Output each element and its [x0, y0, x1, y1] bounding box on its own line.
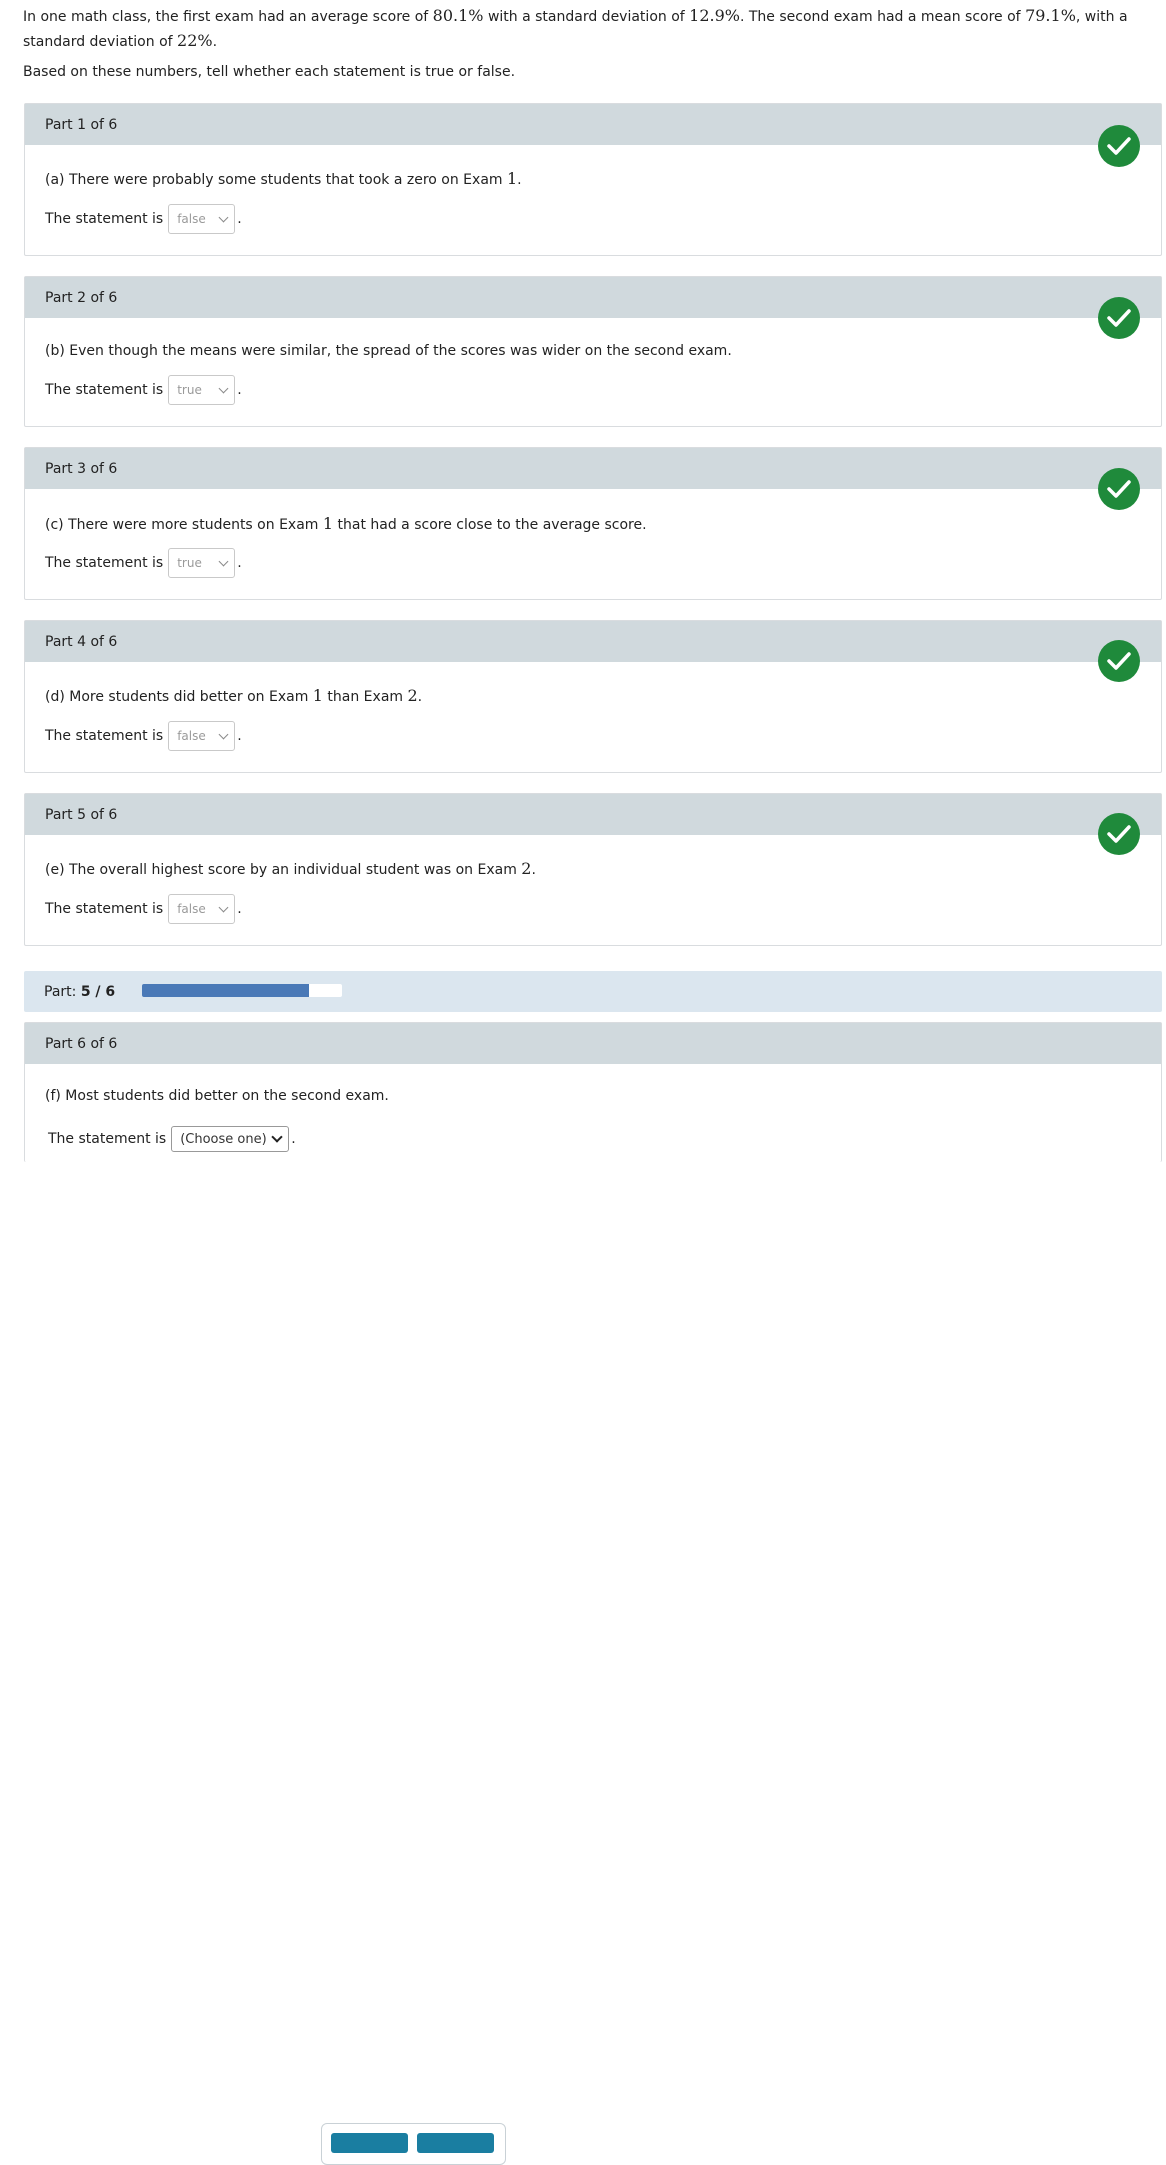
answer-value: true [177, 383, 202, 397]
period: . [237, 211, 242, 227]
question-end: . [417, 689, 423, 705]
progress-section: Part: 5 / 6 [24, 971, 1162, 1012]
part-card-1: Part 1 of 6 (a) There were probably some… [24, 103, 1162, 256]
part-card-6: Part 6 of 6 (f) Most students did better… [24, 1022, 1162, 2165]
exam1-sd: 12.9% [689, 6, 740, 25]
chevron-down-icon [218, 729, 229, 739]
answer-select[interactable]: false [168, 721, 236, 751]
question-mid: than Exam [322, 689, 408, 705]
answer-value: false [177, 212, 206, 226]
answer-select[interactable]: true [168, 375, 236, 405]
question-math: 1 [506, 169, 518, 188]
progress-bar [142, 984, 342, 997]
question-c: (c) There were more students on Exam 1 t… [45, 514, 647, 533]
part-header: Part 6 of 6 [25, 1023, 1161, 1064]
statement-prefix: The statement is [45, 555, 164, 571]
statement-prefix: The statement is [45, 728, 164, 744]
exam2-mean: 79.1% [1025, 6, 1076, 25]
period: . [237, 382, 242, 398]
exam1-mean: 80.1% [432, 6, 484, 25]
chevron-down-icon [218, 212, 229, 222]
part-header: Part 2 of 6 [25, 277, 1161, 318]
answer-placeholder: (Choose one) [180, 1131, 267, 1147]
question-text: (e) The overall highest score by an indi… [45, 862, 522, 878]
answer-select[interactable]: false [168, 204, 236, 234]
intro-text-1: In one math class, the first exam had an… [23, 9, 433, 25]
question-e: (e) The overall highest score by an indi… [45, 859, 536, 878]
answer-select[interactable]: false [168, 894, 236, 924]
part-title: Part 4 of 6 [45, 634, 118, 650]
check-circle-icon [1098, 125, 1140, 167]
question-math: 1 [322, 514, 334, 533]
answer-select[interactable]: (Choose one) [171, 1126, 290, 1152]
question-a: (a) There were probably some students th… [45, 169, 522, 188]
check-circle-icon [1098, 813, 1140, 855]
answer-line: The statement is false . [45, 721, 242, 751]
instruction-text: Based on these numbers, tell whether eac… [23, 64, 516, 80]
part-title: Part 2 of 6 [45, 290, 118, 306]
question-math-2: 2 [407, 686, 418, 705]
part-header: Part 4 of 6 [25, 621, 1161, 662]
part-header: Part 3 of 6 [25, 448, 1161, 489]
question-text: (c) There were more students on Exam [45, 517, 323, 533]
answer-line: The statement is true . [45, 375, 242, 405]
chevron-down-icon [218, 902, 229, 912]
intro-text-5: . [212, 34, 218, 50]
exam2-sd: 22% [177, 31, 213, 50]
question-end: . [517, 172, 522, 188]
part-card-2: Part 2 of 6 (b) Even though the means we… [24, 276, 1162, 427]
answer-line: The statement is true . [45, 548, 242, 578]
part-title: Part 3 of 6 [45, 461, 118, 477]
statement-prefix: The statement is [45, 211, 164, 227]
check-circle-icon [1098, 640, 1140, 682]
part-header: Part 5 of 6 [25, 794, 1161, 835]
question-text: (b) Even though the means were similar, … [45, 343, 732, 359]
answer-select[interactable]: true [168, 548, 236, 578]
progress-fill [142, 984, 309, 997]
question-f: (f) Most students did better on the seco… [45, 1088, 389, 1104]
problem-statement: In one math class, the first exam had an… [23, 4, 1143, 54]
answer-line: The statement is false . [45, 204, 242, 234]
answer-value: false [177, 902, 206, 916]
statement-prefix: The statement is [45, 901, 164, 917]
question-math: 1 [312, 686, 323, 705]
chevron-down-icon [218, 383, 229, 393]
action-button-2[interactable] [417, 2133, 494, 2153]
question-text: (a) There were probably some students th… [45, 172, 507, 188]
part-card-5: Part 5 of 6 (e) The overall highest scor… [24, 793, 1162, 946]
part-header: Part 1 of 6 [25, 104, 1161, 145]
answer-value: true [177, 556, 202, 570]
part-title: Part 6 of 6 [45, 1036, 118, 1052]
part-title: Part 1 of 6 [45, 117, 118, 133]
chevron-down-icon [218, 556, 229, 566]
action-button-1[interactable] [331, 2133, 408, 2153]
part-card-3: Part 3 of 6 (c) There were more students… [24, 447, 1162, 600]
period: . [237, 728, 242, 744]
progress-value: 5 / 6 [80, 984, 116, 1000]
check-circle-icon [1098, 297, 1140, 339]
progress-prefix: Part: [44, 984, 77, 1000]
part-title: Part 5 of 6 [45, 807, 118, 823]
question-end: . [531, 862, 536, 878]
answer-line: The statement is false . [45, 894, 242, 924]
check-circle-icon [1098, 468, 1140, 510]
intro-text-3: . The second exam had a mean score of [739, 9, 1026, 25]
action-button-group [321, 2123, 506, 2165]
part-card-4: Part 4 of 6 (d) More students did better… [24, 620, 1162, 773]
question-end: that had a score close to the average sc… [333, 517, 647, 533]
question-b: (b) Even though the means were similar, … [45, 343, 732, 359]
answer-line: The statement is (Choose one) . [48, 1126, 296, 1152]
intro-text-2: with a standard deviation of [483, 9, 690, 25]
question-d: (d) More students did better on Exam 1 t… [45, 686, 422, 705]
period: . [237, 555, 242, 571]
chevron-down-icon [271, 1131, 283, 1143]
period: . [237, 901, 242, 917]
progress-label: Part: 5 / 6 [44, 984, 115, 1000]
question-math: 2 [521, 859, 532, 878]
statement-prefix: The statement is [45, 382, 164, 398]
question-text: (d) More students did better on Exam [45, 689, 313, 705]
question-text: (f) Most students did better on the seco… [45, 1088, 389, 1104]
answer-value: false [177, 729, 206, 743]
